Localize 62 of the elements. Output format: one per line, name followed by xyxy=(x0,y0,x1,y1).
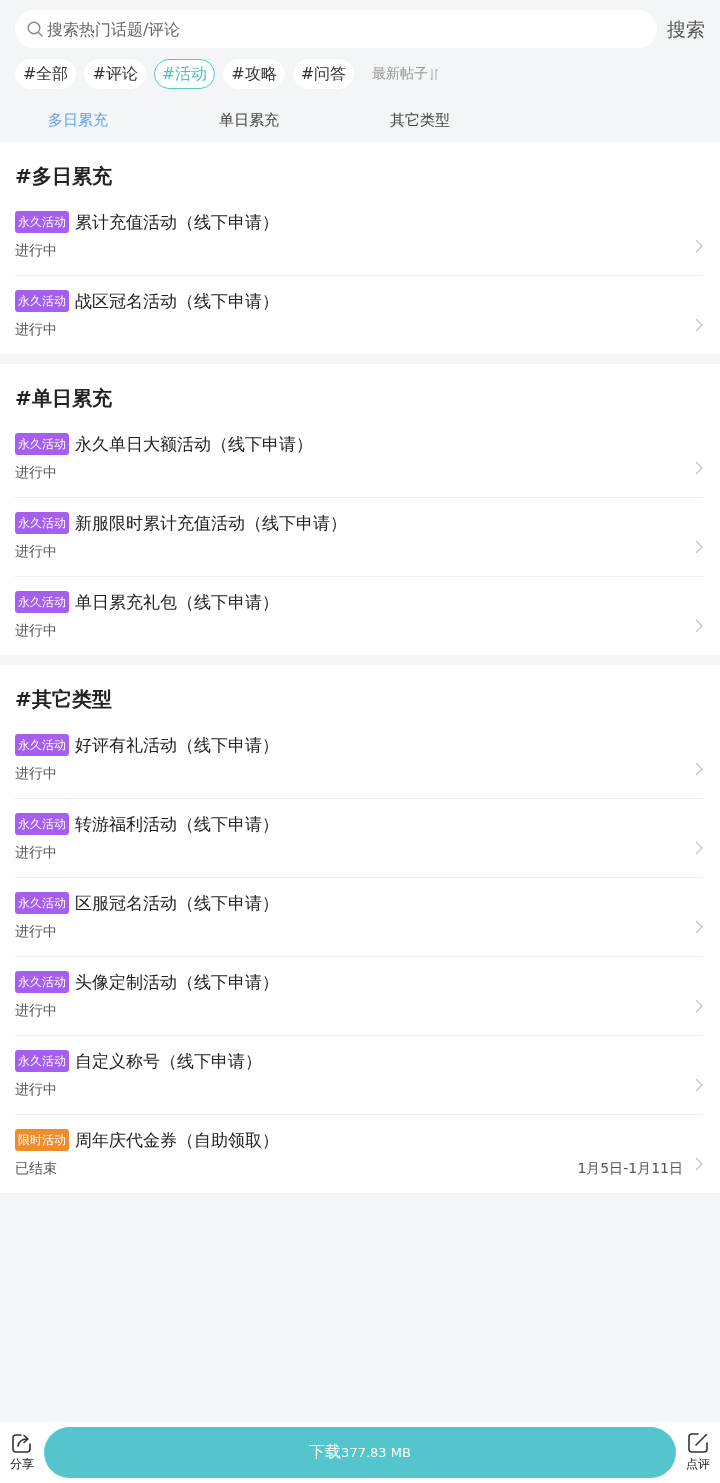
activity-status: 进行中 xyxy=(15,765,57,783)
category-tab[interactable]: 其它类型 xyxy=(342,109,498,131)
chevron-right-icon xyxy=(695,239,703,253)
activity-status: 进行中 xyxy=(15,321,57,339)
section-title: #多日累充 xyxy=(15,163,113,190)
activity-status: 进行中 xyxy=(15,464,57,482)
activity-title[interactable]: 转游福利活动（线下申请） xyxy=(75,812,279,836)
activity-title[interactable]: 单日累充礼包（线下申请） xyxy=(75,590,279,614)
sort-icon xyxy=(430,67,439,81)
chevron-right-icon xyxy=(695,920,703,934)
topic-tag[interactable]: #问答 xyxy=(292,59,355,89)
activity-badge: 永久活动 xyxy=(15,211,69,233)
chevron-right-icon xyxy=(695,540,703,554)
activity-badge: 永久活动 xyxy=(15,290,69,312)
activity-badge: 永久活动 xyxy=(15,813,69,835)
topic-tag[interactable]: #全部 xyxy=(15,59,77,89)
chevron-right-icon xyxy=(695,461,703,475)
search-icon xyxy=(27,21,43,37)
activity-title[interactable]: 战区冠名活动（线下申请） xyxy=(75,289,279,313)
activity-title[interactable]: 头像定制活动（线下申请） xyxy=(75,970,279,994)
activity-status: 进行中 xyxy=(15,1081,57,1099)
activity-badge: 限时活动 xyxy=(15,1129,69,1151)
activity-badge: 永久活动 xyxy=(15,734,69,756)
activity-date: 1月5日-1月11日 xyxy=(577,1160,683,1178)
category-tab[interactable]: 单日累充 xyxy=(171,109,327,131)
section-title: #单日累充 xyxy=(15,385,113,412)
activity-title[interactable]: 永久单日大额活动（线下申请） xyxy=(75,432,313,456)
activity-badge: 永久活动 xyxy=(15,433,69,455)
activity-title[interactable]: 累计充值活动（线下申请） xyxy=(75,210,279,234)
activity-title[interactable]: 周年庆代金券（自助领取） xyxy=(75,1128,279,1152)
activity-badge: 永久活动 xyxy=(15,591,69,613)
chevron-right-icon xyxy=(695,841,703,855)
section-title: #其它类型 xyxy=(15,686,113,713)
activity-title[interactable]: 自定义称号（线下申请） xyxy=(75,1049,262,1073)
activity-badge: 永久活动 xyxy=(15,971,69,993)
activity-title[interactable]: 好评有礼活动（线下申请） xyxy=(75,733,279,757)
chevron-right-icon xyxy=(695,318,703,332)
activity-status: 进行中 xyxy=(15,1002,57,1020)
search-field[interactable]: 搜索热门话题/评论 xyxy=(15,10,657,48)
activity-status: 进行中 xyxy=(15,543,57,561)
activity-status: 进行中 xyxy=(15,923,57,941)
activity-status: 进行中 xyxy=(15,242,57,260)
activity-title[interactable]: 区服冠名活动（线下申请） xyxy=(75,891,279,915)
chevron-right-icon xyxy=(695,762,703,776)
topic-tag[interactable]: #攻略 xyxy=(223,59,285,89)
topic-tag[interactable]: #评论 xyxy=(84,59,146,89)
edit-icon xyxy=(688,1432,708,1453)
activity-badge: 永久活动 xyxy=(15,892,69,914)
share-button[interactable]: 分享 xyxy=(0,1426,44,1479)
activity-status: 进行中 xyxy=(15,844,57,862)
activity-status: 已结束 xyxy=(15,1160,57,1178)
share-icon xyxy=(12,1432,32,1453)
activity-title[interactable]: 新服限时累计充值活动（线下申请） xyxy=(75,511,347,535)
chevron-right-icon xyxy=(695,999,703,1013)
activity-badge: 永久活动 xyxy=(15,512,69,534)
activity-badge: 永久活动 xyxy=(15,1050,69,1072)
chevron-right-icon xyxy=(695,1078,703,1092)
chevron-right-icon xyxy=(695,1157,703,1171)
review-button[interactable]: 点评 xyxy=(676,1426,720,1479)
search-button[interactable]: 搜索 xyxy=(667,17,705,41)
chevron-right-icon xyxy=(695,619,703,633)
activity-status: 进行中 xyxy=(15,622,57,640)
